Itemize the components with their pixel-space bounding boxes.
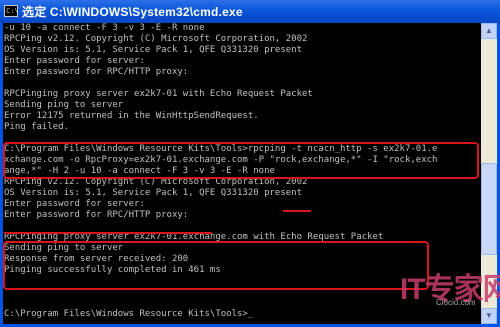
scroll-thumb[interactable] — [481, 163, 497, 255]
console-line: Sending ping to server — [4, 100, 124, 110]
console-line: Enter password for RPC/HTTP proxy: — [4, 210, 189, 220]
console-line: OS Version is: 5.1, Service Pack 1, QFE … — [4, 188, 303, 198]
title-bar[interactable]: C:\ 选定 C:\WINDOWS\System32\cmd.exe — [0, 0, 500, 23]
present-underline — [283, 210, 311, 212]
console-prompt: C:\Program Files\Windows Resource Kits\T… — [4, 309, 254, 319]
cmd-window: C:\ 选定 C:\WINDOWS\System32\cmd.exe -u 10… — [0, 0, 500, 327]
window-title: 选定 C:\WINDOWS\System32\cmd.exe — [22, 5, 243, 19]
scroll-up-icon[interactable]: ▲ — [481, 23, 497, 39]
console-line: OS Version is: 5.1, Service Pack 1, QFE … — [4, 45, 303, 55]
console-line: Enter password for server: — [4, 199, 145, 209]
console-line: RPCPing v2.12. Copyright (C) Microsoft C… — [4, 34, 308, 44]
cmd-icon[interactable]: C:\ — [4, 5, 19, 17]
scroll-down-icon[interactable]: ▼ — [481, 308, 497, 324]
watermark-logo: IT专家网 Ciocio.com — [400, 264, 500, 310]
console-line: Enter password for RPC/HTTP proxy: — [4, 67, 189, 77]
console-line: Ping failed. — [4, 122, 70, 132]
console-line: Enter password for server: — [4, 56, 145, 66]
password-underline — [4, 232, 212, 234]
result-highlight-box — [3, 241, 429, 290]
console-line: -u 10 -a connect -F 3 -v 3 -E -R none — [4, 23, 205, 33]
console-line: RPCPinging proxy server ex2k7-01 with Ec… — [4, 89, 313, 99]
command-highlight-box — [3, 142, 479, 179]
console-line: Error 12175 returned in the WinHttpSendR… — [4, 111, 259, 121]
watermark-site: Ciocio.com — [436, 298, 476, 307]
